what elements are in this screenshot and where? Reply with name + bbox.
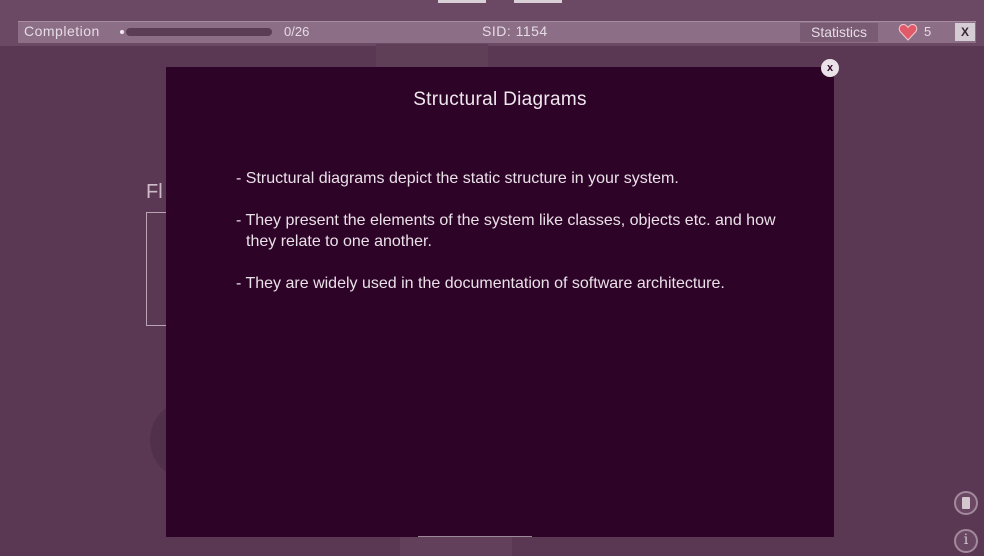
- modal-close-button[interactable]: x: [821, 59, 839, 77]
- lives-count: 5: [924, 24, 932, 39]
- session-id: SID: 1154: [482, 23, 548, 39]
- info-icon[interactable]: i: [954, 529, 978, 553]
- heart-icon: [898, 23, 918, 41]
- completion-count: 0/26: [284, 24, 310, 39]
- top-tab-indicator: [438, 0, 486, 3]
- close-button[interactable]: X: [955, 23, 975, 41]
- modal-divider: [418, 536, 532, 537]
- top-tab-indicator: [514, 0, 562, 3]
- completion-label: Completion: [24, 23, 100, 39]
- modal-body: - Structural diagrams depict the static …: [236, 168, 796, 315]
- modal-bullet: - They present the elements of the syste…: [236, 212, 776, 250]
- document-icon[interactable]: [954, 491, 978, 515]
- modal-bullet: - They are widely used in the documentat…: [236, 275, 725, 292]
- background-heading: Fl: [146, 181, 163, 203]
- statistics-button[interactable]: Statistics: [800, 23, 878, 42]
- completion-progress-bar: [126, 28, 272, 36]
- modal-bullet: - Structural diagrams depict the static …: [236, 170, 679, 187]
- modal-title: Structural Diagrams: [413, 89, 587, 110]
- progress-start-dot: [120, 30, 124, 34]
- info-glyph: i: [963, 532, 969, 548]
- background-bottom-tab: [400, 536, 512, 556]
